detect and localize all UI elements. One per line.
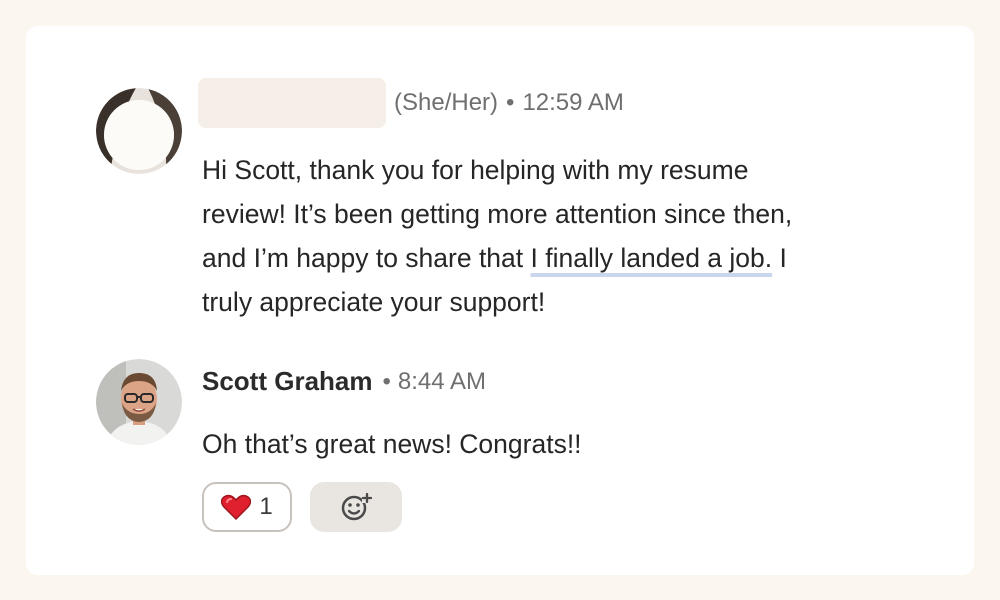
add-reaction-button[interactable]: [310, 482, 402, 532]
timestamp: 8:44 AM: [397, 367, 486, 395]
separator-dot: •: [506, 89, 515, 116]
heart-reaction-button[interactable]: 1: [202, 482, 292, 532]
timestamp: 12:59 AM: [522, 89, 624, 116]
redacted-name: [198, 78, 386, 128]
message-line: Hi Scott, thank you for helping with my …: [202, 155, 749, 185]
message-fragment: I: [772, 243, 787, 273]
add-emoji-icon: [341, 492, 372, 521]
chat-card: (She/Her) • 12:59 AM Hi Scott, thank you…: [26, 26, 974, 575]
highlighted-text[interactable]: I finally landed a job.: [531, 243, 773, 273]
message-text: Oh that’s great news! Congrats!!: [202, 429, 582, 459]
message-text: Hi Scott, thank you for helping with my …: [202, 148, 792, 324]
avatar-scott-graham[interactable]: [96, 359, 182, 445]
sender-name[interactable]: Scott Graham: [202, 366, 373, 397]
separator-dot: •: [382, 367, 391, 395]
avatar[interactable]: [96, 88, 182, 174]
message-line: truly appreciate your support!: [202, 287, 546, 317]
reaction-count: 1: [259, 493, 273, 520]
avatar-redacted-image: [96, 88, 182, 174]
heart-icon: [221, 494, 252, 520]
message-line: review! It’s been getting more attention…: [202, 199, 793, 229]
pronouns: (She/Her): [394, 89, 499, 116]
message-line: and I’m happy to share that I finally la…: [202, 236, 792, 280]
message-fragment: and I’m happy to share that: [202, 243, 531, 273]
avatar-photo: [96, 359, 182, 445]
reaction-bar: 1: [202, 482, 402, 532]
